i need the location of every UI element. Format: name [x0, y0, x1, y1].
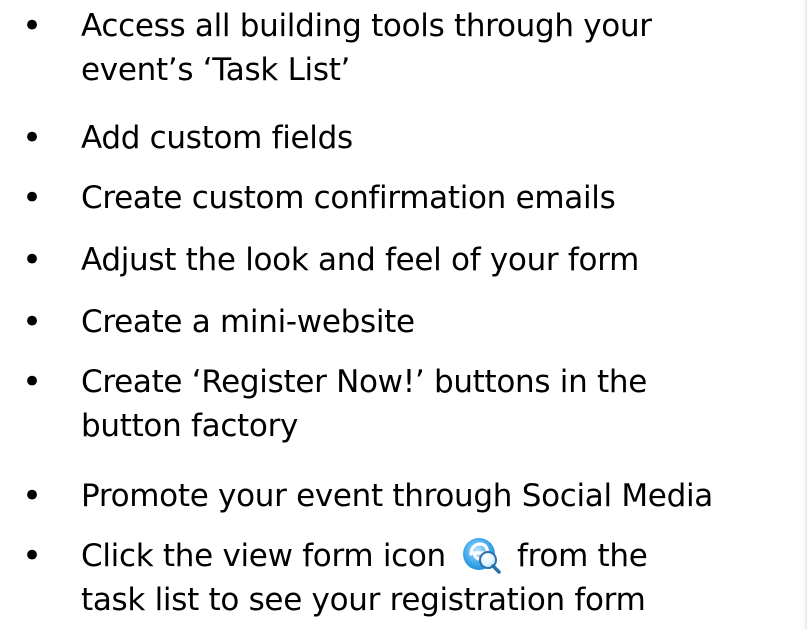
bullet-dot: • [22, 476, 43, 516]
bullet-text: Add custom fields [81, 116, 805, 160]
bullet-text: Create a mini-website [81, 300, 805, 344]
bullet-text: Create ‘Register Now!’ buttons in the bu… [81, 360, 805, 448]
bullet-line: Promote your event through Social Media [81, 478, 713, 514]
bullet-line: button factory [81, 408, 299, 444]
bullet-dot: • [22, 118, 43, 158]
bullet-dot: • [22, 6, 43, 46]
view-form-icon[interactable] [461, 534, 502, 574]
bullet-line: Create ‘Register Now!’ buttons in the [81, 364, 647, 400]
slide: • Access all building tools through your… [0, 0, 807, 629]
bullet-dot: • [22, 240, 43, 280]
bullet-line: Add custom fields [81, 120, 353, 156]
bullet-line: Create custom confirmation emails [81, 180, 616, 216]
bullet-line: Click the view form icon from the [81, 534, 805, 578]
bullet-line: task list to see your registration form [81, 582, 646, 618]
bullet-dot: • [22, 536, 43, 576]
bullet-text: Click the view form icon from the task l… [81, 534, 805, 622]
bullet-dot: • [22, 178, 43, 218]
bullet-text: Access all building tools through your e… [81, 4, 805, 92]
bullet-line-text: Click the view form icon [81, 538, 446, 574]
bullet-dot: • [22, 302, 43, 342]
bullet-line: Create a mini-website [81, 304, 415, 340]
bullet-text: Promote your event through Social Media [81, 474, 805, 518]
bullet-line: Adjust the look and feel of your form [81, 242, 640, 278]
bullet-line: Access all building tools through your [81, 8, 652, 44]
bullet-dot: • [22, 362, 43, 402]
bullet-line: event’s ‘Task List’ [81, 52, 351, 88]
bullet-text: Create custom confirmation emails [81, 176, 805, 220]
bullet-text: Adjust the look and feel of your form [81, 238, 805, 282]
bullet-line-text: from the [517, 538, 648, 574]
